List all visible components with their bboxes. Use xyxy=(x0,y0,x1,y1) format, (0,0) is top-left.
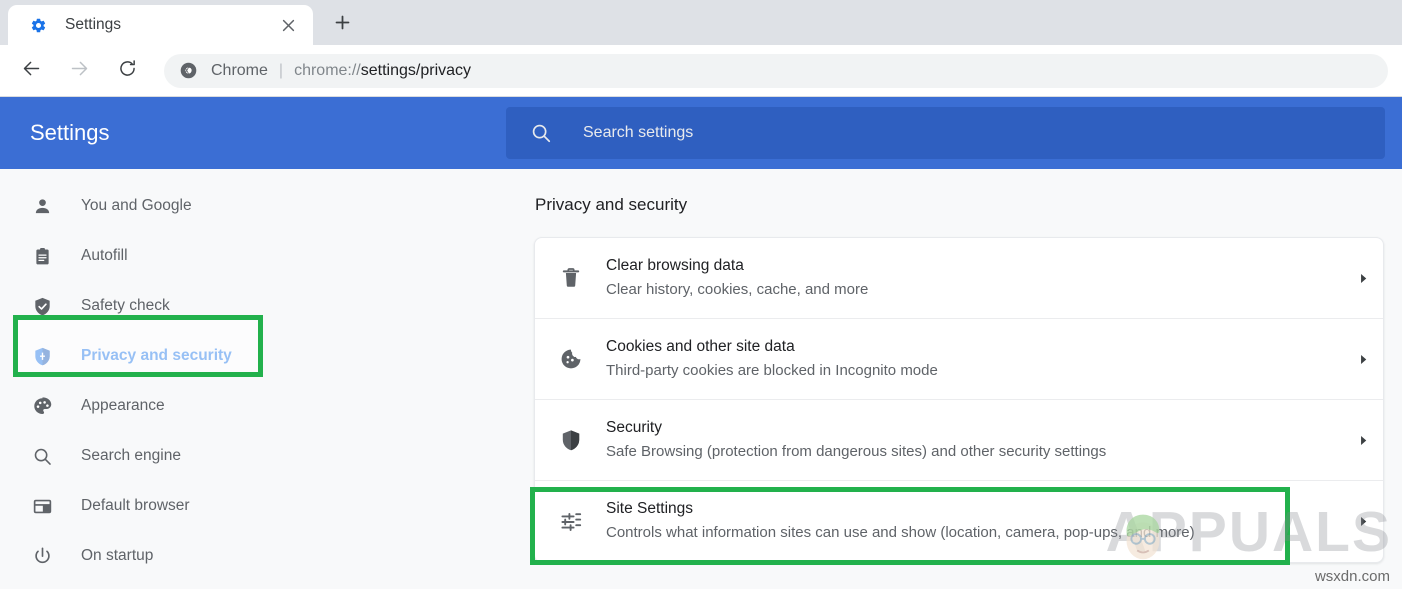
privacy-and-security-panel: Privacy and security Clear browsing data… xyxy=(534,169,1402,589)
sidebar-item-appearance[interactable]: Appearance xyxy=(0,381,534,431)
omnibox-url: chrome://settings/privacy xyxy=(294,62,471,80)
trash-icon xyxy=(557,264,585,292)
power-icon xyxy=(30,544,54,568)
page-title: Settings xyxy=(30,120,506,146)
row-subtitle: Third-party cookies are blocked in Incog… xyxy=(606,361,1343,381)
sidebar-item-search-engine[interactable]: Search engine xyxy=(0,431,534,481)
chevron-right-icon[interactable] xyxy=(1343,353,1383,366)
sidebar-item-safety-check[interactable]: Safety check xyxy=(0,281,534,331)
sidebar-item-label: Search engine xyxy=(81,447,181,465)
row-title: Site Settings xyxy=(606,499,1343,520)
new-tab-button[interactable] xyxy=(325,8,359,42)
sidebar-item-you-and-google[interactable]: You and Google xyxy=(0,181,534,231)
sidebar-item-label: On startup xyxy=(81,547,153,565)
reload-button[interactable] xyxy=(108,52,146,90)
row-site-settings[interactable]: Site Settings Controls what information … xyxy=(535,481,1383,562)
omnibox-separator: | xyxy=(279,62,283,80)
row-title: Security xyxy=(606,418,1343,439)
tab-strip: Settings xyxy=(0,0,1402,45)
arrow-right-icon xyxy=(69,58,90,84)
tab-settings[interactable]: Settings xyxy=(8,5,313,45)
row-text: Site Settings Controls what information … xyxy=(606,499,1343,543)
chrome-icon xyxy=(180,62,197,79)
row-text: Security Safe Browsing (protection from … xyxy=(606,418,1343,462)
search-icon xyxy=(30,444,54,468)
sidebar-item-label: Appearance xyxy=(81,397,165,415)
chevron-right-icon[interactable] xyxy=(1343,515,1383,528)
sidebar-item-label: Privacy and security xyxy=(81,347,232,365)
row-subtitle: Safe Browsing (protection from dangerous… xyxy=(606,442,1343,462)
url-path: settings/privacy xyxy=(361,62,471,79)
search-icon xyxy=(530,122,552,144)
shield-privacy-icon xyxy=(30,344,54,368)
browser-window: Settings xyxy=(0,0,1402,589)
forward-button[interactable] xyxy=(60,52,98,90)
plus-icon xyxy=(335,15,350,35)
shield-icon xyxy=(557,426,585,454)
search-settings-box[interactable]: Search settings xyxy=(506,107,1385,159)
browser-toolbar: Chrome | chrome://settings/privacy xyxy=(0,45,1402,97)
row-subtitle: Clear history, cookies, cache, and more xyxy=(606,280,1343,300)
clipboard-icon xyxy=(30,244,54,268)
reload-icon xyxy=(117,58,138,84)
row-title: Cookies and other site data xyxy=(606,337,1343,358)
tab-title: Settings xyxy=(65,16,275,34)
gear-icon xyxy=(30,17,47,34)
sidebar-item-label: Autofill xyxy=(81,247,128,265)
chevron-right-icon[interactable] xyxy=(1343,272,1383,285)
row-title: Clear browsing data xyxy=(606,256,1343,277)
close-icon[interactable] xyxy=(275,12,301,38)
sidebar-item-autofill[interactable]: Autofill xyxy=(0,231,534,281)
section-title: Privacy and security xyxy=(535,195,1402,215)
sidebar-item-default-browser[interactable]: Default browser xyxy=(0,481,534,531)
settings-card: Clear browsing data Clear history, cooki… xyxy=(534,237,1384,563)
browser-window-icon xyxy=(30,494,54,518)
row-text: Cookies and other site data Third-party … xyxy=(606,337,1343,381)
settings-content: You and Google Autofill xyxy=(0,169,1402,589)
sidebar-item-label: You and Google xyxy=(81,197,192,215)
arrow-left-icon xyxy=(21,58,42,84)
row-cookies-and-other-site-data[interactable]: Cookies and other site data Third-party … xyxy=(535,319,1383,400)
sidebar-item-label: Safety check xyxy=(81,297,170,315)
url-scheme: chrome:// xyxy=(294,62,361,79)
sliders-icon xyxy=(557,508,585,536)
shield-check-icon xyxy=(30,294,54,318)
settings-sidebar: You and Google Autofill xyxy=(0,169,534,589)
address-bar[interactable]: Chrome | chrome://settings/privacy xyxy=(164,54,1388,88)
sidebar-item-on-startup[interactable]: On startup xyxy=(0,531,534,581)
sidebar-item-label: Default browser xyxy=(81,497,190,515)
settings-header: Settings Search settings xyxy=(0,97,1402,169)
person-icon xyxy=(30,194,54,218)
cookie-icon xyxy=(557,345,585,373)
palette-icon xyxy=(30,394,54,418)
row-security[interactable]: Security Safe Browsing (protection from … xyxy=(535,400,1383,481)
back-button[interactable] xyxy=(12,52,50,90)
row-clear-browsing-data[interactable]: Clear browsing data Clear history, cooki… xyxy=(535,238,1383,319)
search-input[interactable]: Search settings xyxy=(583,124,693,142)
chevron-right-icon[interactable] xyxy=(1343,434,1383,447)
row-text: Clear browsing data Clear history, cooki… xyxy=(606,256,1343,300)
sidebar-item-privacy-and-security[interactable]: Privacy and security xyxy=(0,331,534,381)
row-subtitle: Controls what information sites can use … xyxy=(606,523,1343,543)
security-chip-label: Chrome xyxy=(211,62,268,80)
